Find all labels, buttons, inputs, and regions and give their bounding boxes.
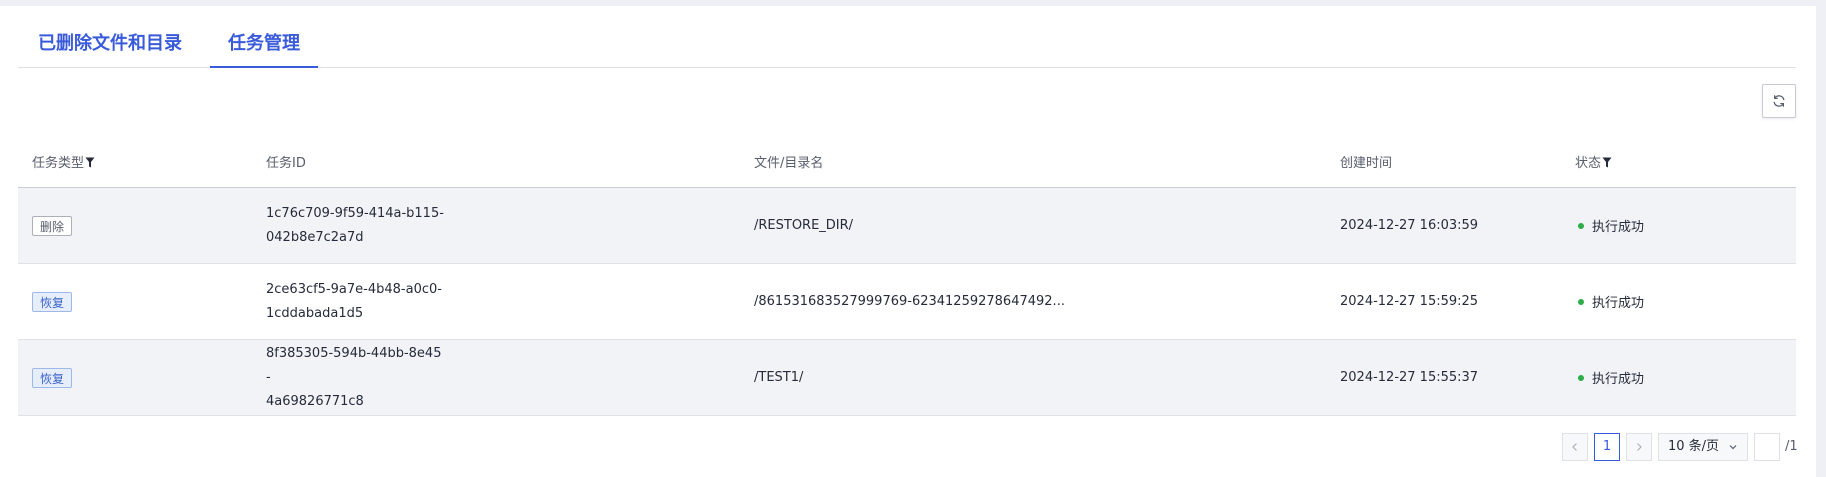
- table-header: 任务类型 任务ID 文件/目录名 创建时间 状态: [18, 140, 1796, 188]
- task-id-text: 8f385305-594b-44bb-8e45- 4a69826771c8: [266, 342, 446, 414]
- chevron-right-icon: [1637, 443, 1642, 451]
- tab-bar: 已删除文件和目录 任务管理: [18, 20, 1796, 68]
- cell-task-type: 删除: [32, 188, 73, 263]
- filter-icon[interactable]: [1602, 157, 1612, 168]
- total-pages: /1: [1785, 439, 1798, 454]
- right-strip: [1816, 0, 1826, 477]
- cell-task-id: 2ce63cf5-9a7e-4b48-a0c0- 1cddabada1d5: [266, 264, 446, 339]
- task-id-line: 1cddabada1d5: [266, 305, 364, 321]
- task-id-line: 1c76c709-9f59-414a-b115-: [266, 205, 444, 221]
- status-dot-icon: [1578, 374, 1584, 381]
- table-row[interactable]: 恢复 8f385305-594b-44bb-8e45- 4a69826771c8…: [18, 340, 1796, 416]
- task-table: 任务类型 任务ID 文件/目录名 创建时间 状态 删除 1c76c709-9f5…: [18, 140, 1796, 416]
- refresh-button[interactable]: [1762, 84, 1796, 118]
- cell-created-time: 2024-12-27 16:03:59: [1340, 218, 1479, 233]
- task-type-tag: 恢复: [32, 291, 73, 312]
- refresh-icon: [1773, 95, 1785, 107]
- task-id-line: 2ce63cf5-9a7e-4b48-a0c0-: [266, 281, 442, 297]
- cell-file-name: /TEST1/: [754, 370, 804, 385]
- cell-task-id: 8f385305-594b-44bb-8e45- 4a69826771c8: [266, 340, 446, 415]
- chevron-down-icon: [1729, 445, 1737, 450]
- page-number-button[interactable]: 1: [1594, 433, 1620, 461]
- cell-status: 执行成功: [1575, 340, 1644, 415]
- table-row[interactable]: 恢复 2ce63cf5-9a7e-4b48-a0c0- 1cddabada1d5…: [18, 264, 1796, 340]
- page-size-select[interactable]: 10 条/页: [1658, 433, 1748, 461]
- table-row[interactable]: 删除 1c76c709-9f59-414a-b115- 042b8e7c2a7d…: [18, 188, 1796, 264]
- status-dot-icon: [1578, 222, 1584, 229]
- task-id-line: 042b8e7c2a7d: [266, 229, 364, 245]
- status-text: 执行成功: [1592, 372, 1645, 387]
- header-task-type: 任务类型: [32, 140, 95, 187]
- tab-deleted-files[interactable]: 已删除文件和目录: [38, 20, 182, 67]
- task-id-text: 2ce63cf5-9a7e-4b48-a0c0- 1cddabada1d5: [266, 278, 446, 326]
- task-type-tag: 删除: [32, 215, 73, 236]
- page-jump-input[interactable]: [1754, 433, 1780, 461]
- status-text: 执行成功: [1592, 220, 1645, 235]
- cell-created-time: 2024-12-27 15:55:37: [1340, 370, 1479, 385]
- header-status-label: 状态: [1575, 156, 1602, 171]
- filter-icon[interactable]: [85, 157, 95, 168]
- top-strip: [0, 0, 1826, 6]
- next-page-button[interactable]: [1626, 433, 1652, 461]
- cell-status: 执行成功: [1575, 264, 1644, 339]
- page-size-value: 10 条/页: [1668, 439, 1720, 454]
- tab-task-management-label: 任务管理: [228, 33, 300, 54]
- prev-page-button[interactable]: [1562, 433, 1588, 461]
- header-task-id: 任务ID: [266, 156, 306, 171]
- header-status: 状态: [1575, 140, 1612, 187]
- header-task-type-label: 任务类型: [32, 156, 85, 171]
- tab-task-management[interactable]: 任务管理: [210, 20, 318, 68]
- cell-task-id: 1c76c709-9f59-414a-b115- 042b8e7c2a7d: [266, 188, 446, 263]
- header-file-name: 文件/目录名: [754, 156, 824, 171]
- cell-status: 执行成功: [1575, 188, 1644, 263]
- cell-created-time: 2024-12-27 15:59:25: [1340, 294, 1479, 309]
- cell-file-name: /861531683527999769-62341259278647492...: [754, 294, 1065, 309]
- chevron-left-icon: [1572, 443, 1577, 451]
- active-tab-indicator: [210, 66, 318, 68]
- status-dot-icon: [1578, 298, 1584, 305]
- cell-task-type: 恢复: [32, 264, 73, 339]
- task-id-line: 8f385305-594b-44bb-8e45-: [266, 345, 442, 385]
- cell-file-name: /RESTORE_DIR/: [754, 218, 854, 233]
- header-created-time: 创建时间: [1340, 156, 1393, 171]
- task-id-text: 1c76c709-9f59-414a-b115- 042b8e7c2a7d: [266, 202, 446, 250]
- cell-task-type: 恢复: [32, 340, 73, 415]
- status-text: 执行成功: [1592, 296, 1645, 311]
- task-id-line: 4a69826771c8: [266, 393, 364, 409]
- task-type-tag: 恢复: [32, 367, 73, 388]
